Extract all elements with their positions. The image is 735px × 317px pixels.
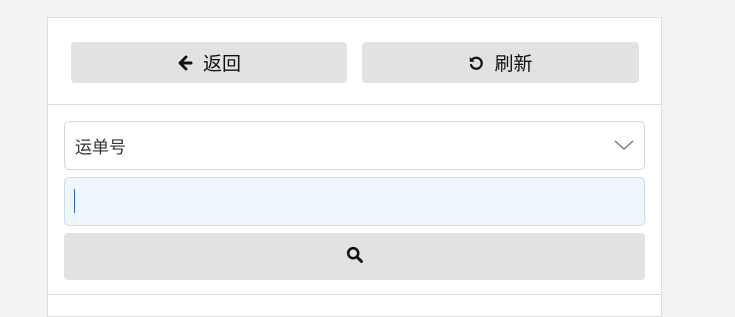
arrow-left-icon: [177, 55, 193, 71]
refresh-button-label: 刷新: [494, 53, 533, 75]
search-button[interactable]: [64, 233, 645, 280]
search-type-value: 运单号: [75, 138, 126, 158]
search-type-select[interactable]: 运单号: [64, 121, 645, 170]
rotate-ccw-icon: [468, 55, 484, 71]
search-icon: [346, 246, 364, 268]
toolbar: 返回 刷新: [48, 18, 661, 105]
back-button-label: 返回: [202, 53, 241, 75]
text-caret: [74, 189, 75, 213]
chevron-down-icon: [614, 137, 634, 157]
divider: [48, 294, 661, 295]
main-panel: 返回 刷新 运单号: [47, 17, 662, 317]
refresh-button[interactable]: 刷新: [362, 42, 639, 83]
search-input[interactable]: [64, 177, 645, 226]
back-button[interactable]: 返回: [71, 42, 347, 83]
